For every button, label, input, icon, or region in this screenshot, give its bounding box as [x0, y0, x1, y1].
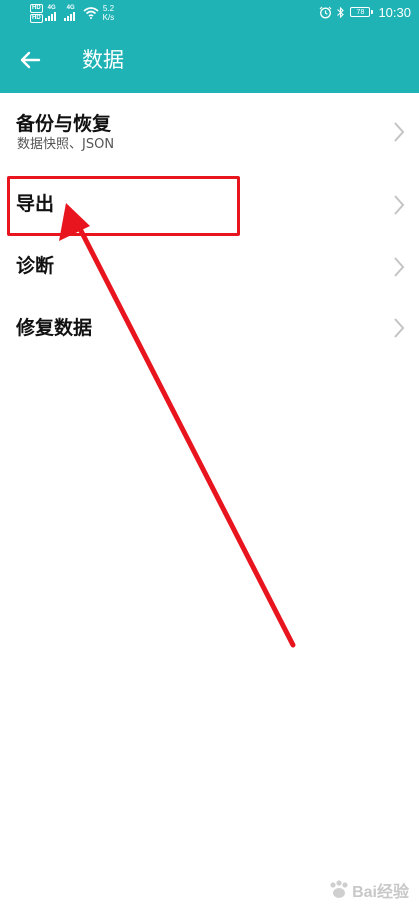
speed-value: 5.2: [102, 4, 115, 13]
status-left: HD HD 4G 4G 5.2 K/s: [30, 1, 114, 25]
highlight-box: [7, 176, 240, 236]
hd-badge-2: HD: [30, 13, 43, 23]
hd-badge-1: HD: [30, 3, 43, 13]
list-item-label: 诊断: [16, 255, 55, 277]
chevron-right-icon: [394, 318, 405, 338]
list-item-diagnose[interactable]: 诊断: [0, 233, 419, 295]
status-time: 10:30: [378, 4, 411, 20]
alarm-icon: [320, 6, 332, 18]
bluetooth-icon: [337, 6, 345, 18]
list-item-label: 修复数据: [16, 317, 93, 339]
battery-level: 78: [350, 7, 371, 17]
watermark-text: Bai经验: [352, 884, 409, 901]
watermark: Bai经验: [328, 878, 409, 902]
signal-bars-icon: [63, 12, 75, 21]
status-bar: HD HD 4G 4G 5.2 K/s 78 10:30: [0, 0, 419, 26]
sim1-signal: 4G: [44, 5, 59, 21]
chevron-right-icon: [394, 195, 405, 215]
signal-bars-icon: [44, 12, 56, 21]
list-item-repair-data[interactable]: 修复数据: [0, 295, 419, 357]
back-arrow-icon: [20, 51, 41, 69]
chevron-right-icon: [394, 257, 405, 277]
speed-unit: K/s: [102, 13, 115, 22]
list-item-label: 备份与恢复: [16, 113, 112, 135]
battery-nub: [371, 10, 374, 14]
back-button[interactable]: [14, 46, 46, 74]
battery-indicator: 78: [350, 7, 374, 17]
wifi-icon: [83, 7, 99, 19]
paw-logo-icon: [330, 880, 348, 898]
status-right: 78 10:30: [319, 2, 411, 22]
app-header: HD HD 4G 4G 5.2 K/s 78 10:30 数据: [0, 0, 419, 93]
network-speed: 5.2 K/s: [103, 4, 115, 22]
chevron-right-icon: [394, 122, 405, 142]
sim2-signal: 4G: [63, 5, 78, 21]
page-title: 数据: [82, 48, 124, 72]
list-item-backup-restore[interactable]: 备份与恢复 数据快照、JSON: [0, 93, 419, 170]
hd-badges: HD HD: [30, 3, 43, 23]
list-item-sublabel: 数据快照、JSON: [17, 137, 115, 152]
